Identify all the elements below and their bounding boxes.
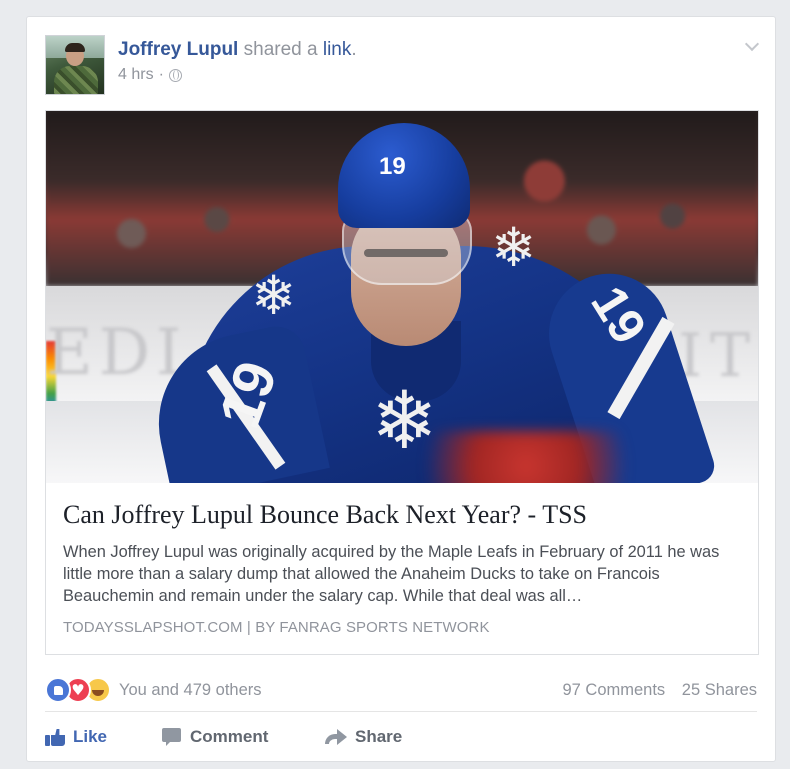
headline-punctuation: . bbox=[351, 39, 357, 60]
comment-button[interactable]: Comment bbox=[162, 727, 325, 747]
like-button[interactable]: Like bbox=[45, 727, 162, 747]
post-card: Joffrey Lupul shared a link. 4 hrs · EDI… bbox=[26, 16, 776, 762]
engagement-counts: 97 Comments 25 Shares bbox=[562, 681, 757, 700]
comments-count[interactable]: 97 Comments bbox=[562, 681, 665, 699]
link-description: When Joffrey Lupul was originally acquir… bbox=[63, 543, 720, 605]
timestamp[interactable]: 4 hrs bbox=[118, 66, 154, 84]
comment-label: Comment bbox=[190, 727, 269, 746]
share-icon bbox=[325, 729, 347, 745]
like-label: Like bbox=[73, 727, 108, 746]
post-headline: Joffrey Lupul shared a link. bbox=[118, 39, 357, 61]
post-stats: You and 479 others 97 Comments 25 Shares bbox=[45, 669, 757, 712]
comment-icon bbox=[162, 728, 182, 746]
globe-icon[interactable] bbox=[168, 68, 182, 82]
share-button[interactable]: Share bbox=[325, 727, 402, 747]
like-reaction-icon[interactable] bbox=[45, 677, 71, 703]
source-domain: TODAYSSLAPSHOT.COM bbox=[63, 619, 243, 636]
source-byline: BY FANRAG SPORTS NETWORK bbox=[255, 619, 490, 636]
post-meta: Joffrey Lupul shared a link. 4 hrs · bbox=[118, 39, 357, 84]
link-title[interactable]: Can Joffrey Lupul Bounce Back Next Year?… bbox=[63, 499, 741, 531]
author-name[interactable]: Joffrey Lupul bbox=[118, 39, 238, 60]
post-header: Joffrey Lupul shared a link. 4 hrs · bbox=[45, 35, 757, 97]
action-text: shared a bbox=[243, 39, 318, 60]
link-preview-body: Can Joffrey Lupul Bounce Back Next Year?… bbox=[46, 483, 758, 636]
link-preview-image[interactable]: EDI TIT 19 19 19 ❄ ❄ ❄ bbox=[46, 111, 758, 483]
source-separator: | bbox=[246, 619, 251, 636]
avatar[interactable] bbox=[45, 35, 105, 95]
time-separator: · bbox=[158, 66, 164, 83]
thumbs-up-icon bbox=[45, 728, 65, 746]
share-label: Share bbox=[355, 727, 403, 746]
reaction-count-text[interactable]: You and 479 others bbox=[119, 681, 262, 700]
reactions-summary[interactable]: You and 479 others bbox=[45, 677, 262, 703]
link-source: TODAYSSLAPSHOT.COM | BY FANRAG SPORTS NE… bbox=[63, 619, 741, 636]
post-actions: Like Comment Share bbox=[45, 717, 757, 757]
chevron-down-icon[interactable] bbox=[745, 39, 757, 51]
link-preview[interactable]: EDI TIT 19 19 19 ❄ ❄ ❄ Can Joffrey Lupul… bbox=[45, 110, 759, 655]
timestamp-line: 4 hrs · bbox=[118, 66, 357, 84]
link-word[interactable]: link bbox=[323, 39, 352, 60]
shares-count[interactable]: 25 Shares bbox=[682, 681, 757, 699]
